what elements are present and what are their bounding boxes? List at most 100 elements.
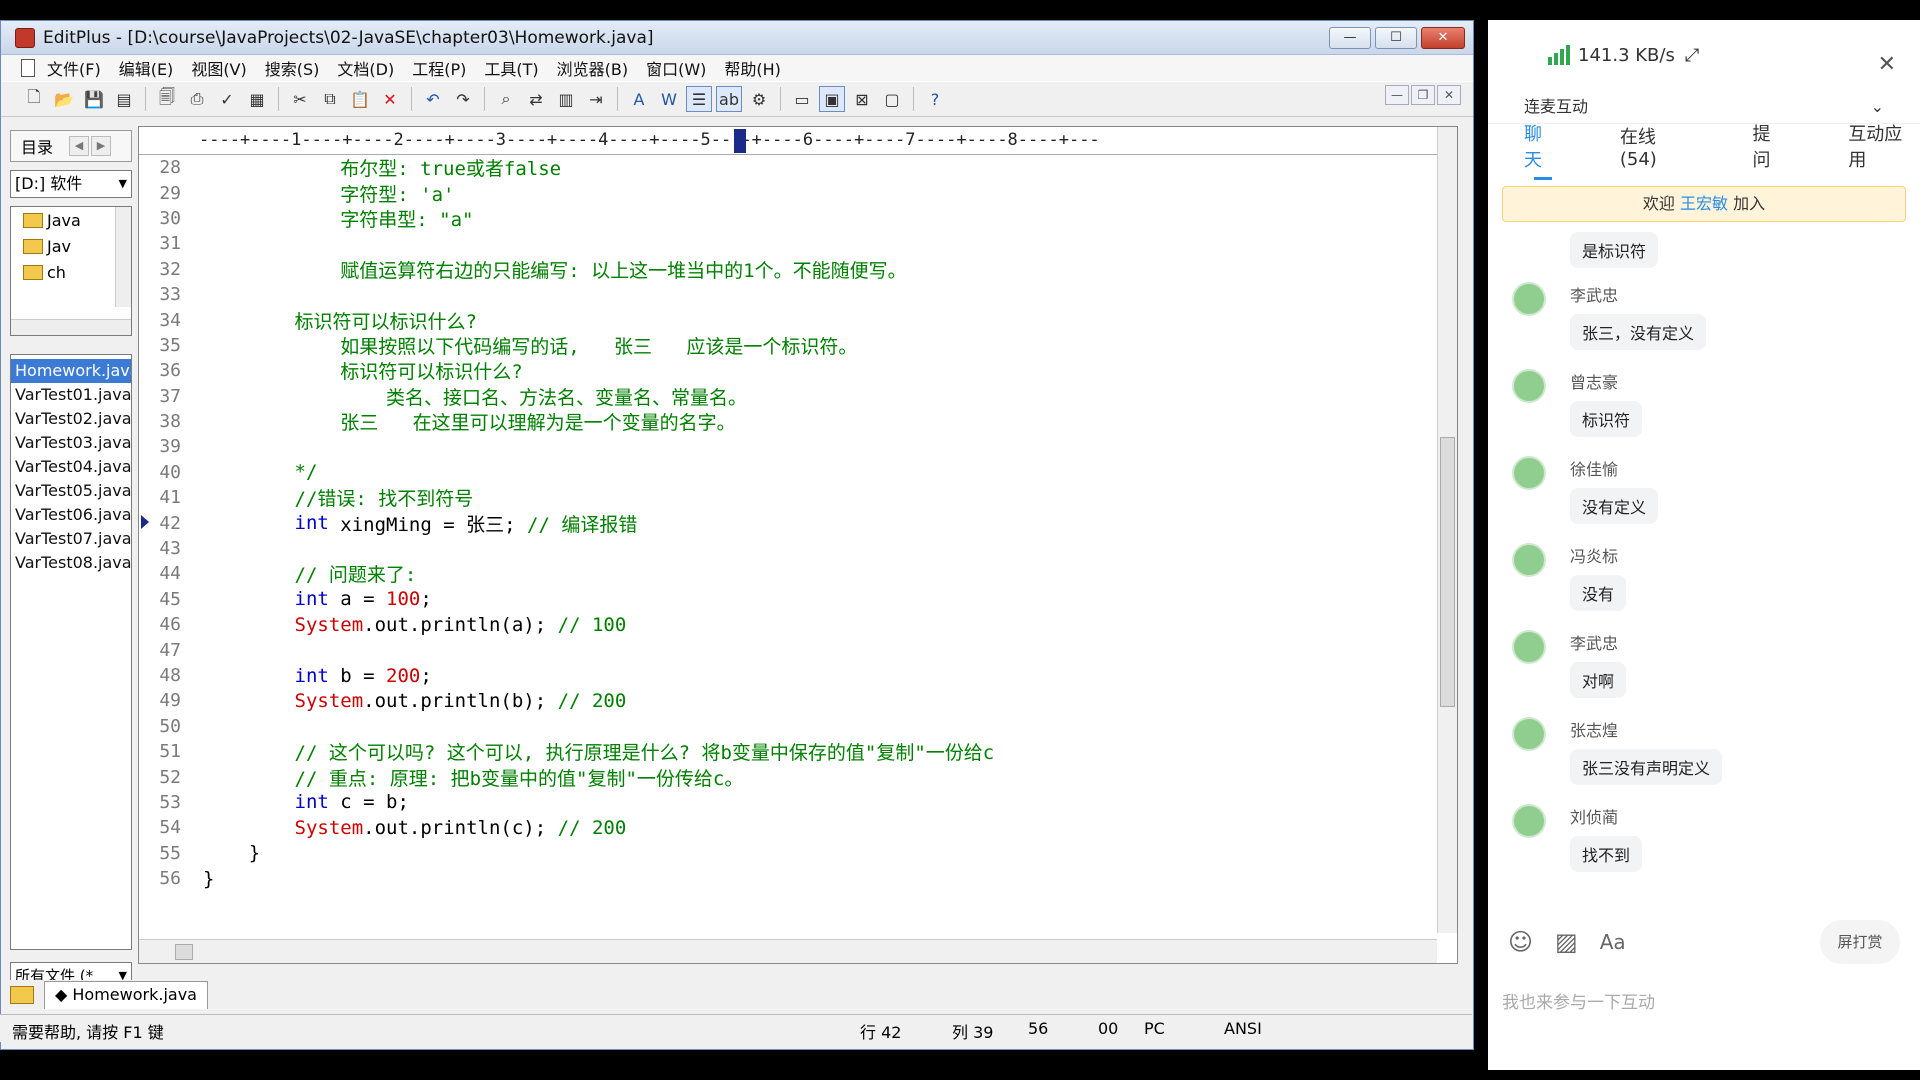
code-line[interactable]: 40 */ bbox=[139, 460, 1437, 485]
menu-project[interactable]: 工程(P) bbox=[412, 56, 466, 80]
font-icon[interactable]: A bbox=[626, 86, 652, 112]
chat-input[interactable]: 我也来参与一下互动 bbox=[1502, 988, 1655, 1013]
minimize-button[interactable]: — bbox=[1329, 27, 1371, 49]
avatar[interactable] bbox=[1512, 369, 1546, 403]
mdi-close-button[interactable]: ✕ bbox=[1437, 85, 1461, 105]
clipboard-icon[interactable]: ▦ bbox=[244, 86, 270, 112]
redo-icon[interactable]: ↷ bbox=[450, 86, 476, 112]
code-line[interactable]: 52 // 重点: 原理: 把b变量中的值"复制"一份传给c。 bbox=[139, 764, 1437, 790]
file-item[interactable]: VarTest06.java bbox=[11, 503, 131, 527]
code-line[interactable]: 49 System .out.println(b); // 200 bbox=[139, 688, 1437, 713]
code-line[interactable]: 37 类名、接口名、方法名、变量名、常量名。 bbox=[139, 384, 1437, 409]
mic-interaction-header[interactable]: 连麦互动 ⌄ bbox=[1488, 90, 1920, 124]
emoji-icon[interactable]: ☺ bbox=[1508, 928, 1533, 956]
code-line[interactable]: 33 bbox=[139, 282, 1437, 307]
panel-right-arrow-icon[interactable]: ▶ bbox=[91, 136, 112, 156]
settings-icon[interactable]: ⚙ bbox=[746, 86, 772, 112]
code-line[interactable]: 47 bbox=[139, 637, 1437, 662]
line-number-icon[interactable]: ☰ bbox=[686, 86, 712, 112]
code-line[interactable]: 43 bbox=[139, 536, 1437, 561]
print-icon[interactable]: ⎙ bbox=[184, 86, 210, 112]
message-username[interactable]: 刘侦蔺 bbox=[1570, 804, 1618, 828]
tree-item[interactable]: Java bbox=[11, 207, 131, 233]
menu-help[interactable]: 帮助(H) bbox=[724, 56, 781, 80]
code-line[interactable]: 35 如果按照以下代码编写的话, 张三 应该是一个标识符。 bbox=[139, 333, 1437, 358]
avatar[interactable] bbox=[1512, 282, 1546, 316]
tab-apps[interactable]: 互动应用 bbox=[1848, 120, 1920, 172]
file-item[interactable]: VarTest05.java bbox=[11, 479, 131, 503]
code-line[interactable]: 55 } bbox=[139, 841, 1437, 866]
code-line[interactable]: 48 int b = 200; bbox=[139, 663, 1437, 688]
directory-panel-icon[interactable]: ▣ bbox=[819, 86, 845, 112]
horizontal-scrollbar[interactable] bbox=[139, 939, 1437, 963]
tab-chat[interactable]: 聊天 bbox=[1524, 120, 1560, 180]
font-size-icon[interactable]: Aa bbox=[1600, 930, 1626, 954]
code-line[interactable]: 30 字符串型: "a" bbox=[139, 206, 1437, 231]
replace-icon[interactable]: ⇄ bbox=[523, 86, 549, 112]
code-line[interactable]: 28 布尔型: true或者false bbox=[139, 155, 1437, 180]
open-folder-icon[interactable]: 📂 bbox=[51, 86, 77, 112]
vertical-scroll-thumb[interactable] bbox=[1440, 437, 1455, 707]
code-line[interactable]: 53 int c = b; bbox=[139, 790, 1437, 815]
directory-tab[interactable]: 目录 ◀ ▶ bbox=[10, 130, 132, 162]
horizontal-scroll-thumb[interactable] bbox=[175, 944, 193, 960]
code-line[interactable]: 56} bbox=[139, 866, 1437, 891]
document-icon[interactable] bbox=[21, 59, 35, 77]
help-icon[interactable]: ? bbox=[922, 86, 948, 112]
file-item[interactable]: VarTest08.java bbox=[11, 551, 131, 575]
file-item[interactable]: VarTest07.java bbox=[11, 527, 131, 551]
tree-scrollbar[interactable] bbox=[115, 207, 131, 307]
code-line[interactable]: 45 int a = 100; bbox=[139, 587, 1437, 612]
tree-hscrollbar[interactable] bbox=[11, 319, 131, 335]
avatar[interactable] bbox=[1512, 456, 1546, 490]
close-button[interactable]: ✕ bbox=[1421, 27, 1465, 49]
paste-icon[interactable]: 📋 bbox=[347, 86, 373, 112]
welcome-user[interactable]: 王宏敏 bbox=[1680, 194, 1728, 213]
code-line[interactable]: 50 bbox=[139, 714, 1437, 739]
code-line[interactable]: 41 //错误: 找不到符号 bbox=[139, 485, 1437, 510]
menu-document[interactable]: 文档(D) bbox=[337, 56, 394, 80]
mdi-minimize-button[interactable]: — bbox=[1385, 85, 1409, 105]
menu-file[interactable]: 文件(F) bbox=[47, 56, 101, 80]
avatar[interactable] bbox=[1512, 804, 1546, 838]
maximize-button[interactable]: ☐ bbox=[1375, 27, 1417, 49]
delete-icon[interactable]: ✕ bbox=[377, 86, 403, 112]
menu-edit[interactable]: 编辑(E) bbox=[119, 56, 174, 80]
code-line[interactable]: 51 // 这个可以吗? 这个可以, 执行原理是什么? 将b变量中保存的值"复制… bbox=[139, 739, 1437, 764]
close-icon[interactable]: ✕ bbox=[1878, 52, 1896, 77]
cut-icon[interactable]: ✂ bbox=[287, 86, 313, 112]
print-preview-icon[interactable]: 🗐 bbox=[154, 86, 180, 112]
message-username[interactable]: 李武忠 bbox=[1570, 630, 1618, 654]
code-line[interactable]: 46 System .out.println(a); // 100 bbox=[139, 612, 1437, 637]
find-icon[interactable]: ⌕ bbox=[493, 86, 519, 112]
message-username[interactable]: 冯炎标 bbox=[1570, 543, 1618, 567]
code-editor[interactable]: ----+----1----+----2----+----3----+----4… bbox=[138, 126, 1458, 964]
message-username[interactable]: 徐佳愉 bbox=[1570, 456, 1618, 480]
image-icon[interactable]: ▨ bbox=[1555, 928, 1578, 956]
tab-question[interactable]: 提问 bbox=[1752, 120, 1788, 172]
code-line[interactable]: 36 标识符可以标识什么? bbox=[139, 358, 1437, 383]
new-file-icon[interactable]: 🗋 bbox=[21, 86, 47, 112]
code-line[interactable]: 39 bbox=[139, 434, 1437, 459]
message-username[interactable]: 张志煌 bbox=[1570, 717, 1618, 741]
avatar[interactable] bbox=[1512, 543, 1546, 577]
tree-item[interactable]: Jav bbox=[11, 233, 131, 259]
save-all-icon[interactable]: ▤ bbox=[111, 86, 137, 112]
goto-line-icon[interactable]: ⇥ bbox=[583, 86, 609, 112]
mdi-restore-button[interactable]: ❐ bbox=[1411, 85, 1435, 105]
reward-button[interactable]: 屏打赏 bbox=[1820, 920, 1900, 964]
tab-online[interactable]: 在线(54) bbox=[1620, 123, 1693, 170]
file-item[interactable]: VarTest04.java bbox=[11, 455, 131, 479]
output-window-icon[interactable]: ▢ bbox=[879, 86, 905, 112]
file-item[interactable]: VarTest02.java bbox=[11, 407, 131, 431]
code-line[interactable]: 32 赋值运算符右边的只能编写: 以上这一堆当中的1个。不能随便写。 bbox=[139, 257, 1437, 282]
expand-icon[interactable]: ⤢ bbox=[1685, 45, 1699, 66]
code-line[interactable]: 54 System .out.println(c); // 200 bbox=[139, 815, 1437, 840]
tree-item[interactable]: ch bbox=[11, 259, 131, 285]
code-line[interactable]: 38 张三 在这里可以理解为是一个变量的名字。 bbox=[139, 409, 1437, 434]
avatar[interactable] bbox=[1512, 630, 1546, 664]
code-line[interactable]: 31 bbox=[139, 231, 1437, 256]
menu-browser[interactable]: 浏览器(B) bbox=[557, 56, 628, 80]
code-line[interactable]: 44 // 问题来了: bbox=[139, 561, 1437, 586]
file-item[interactable]: VarTest03.java bbox=[11, 431, 131, 455]
